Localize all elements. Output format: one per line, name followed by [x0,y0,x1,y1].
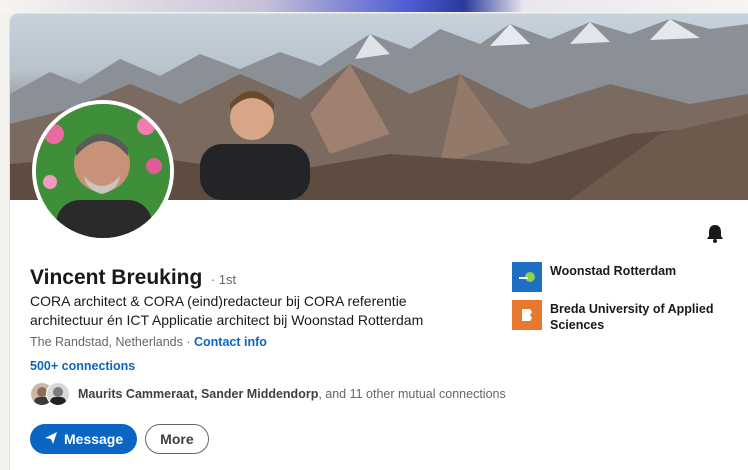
profile-location: The Randstad, Netherlands · [30,335,191,349]
organizations-list: Woonstad Rotterdam Breda University of A… [512,262,732,341]
profile-card: Vincent Breuking · 1st CORA architect & … [10,14,748,470]
send-icon [44,431,58,448]
profile-actions: Message More [30,424,209,454]
org-name: Woonstad Rotterdam [550,264,677,278]
contact-info-link[interactable]: Contact info [194,335,267,349]
top-banner-strip [0,0,748,12]
mutual-names: Maurits Cammeraat, Sander Middendorp [78,387,319,401]
name-row: Vincent Breuking · 1st [30,266,236,290]
profile-avatar[interactable] [32,100,174,242]
more-button-label: More [160,431,194,447]
bell-icon[interactable] [704,222,726,244]
message-button[interactable]: Message [30,424,138,454]
mutual-avatars [30,382,74,406]
breda-university-logo-icon [512,300,542,330]
connection-degree: · 1st [210,272,237,287]
org-name: Breda University of Applied Sciences [550,302,714,332]
avatar-photo [36,104,170,238]
org-item-woonstad[interactable]: Woonstad Rotterdam [512,262,732,292]
mutual-rest: , and 11 other mutual connections [318,387,506,401]
mutual-connections-text: Maurits Cammeraat, Sander Middendorp, an… [78,387,506,401]
woonstad-logo-icon [512,262,542,292]
profile-headline: CORA architect & CORA (eind)redacteur bi… [30,293,424,328]
connections-link[interactable]: 500+ connections [30,359,135,373]
location-row: The Randstad, Netherlands · Contact info [30,335,267,349]
profile-name: Vincent Breuking [30,266,203,289]
message-button-label: Message [64,431,124,447]
more-button[interactable]: More [145,424,209,454]
mutual-avatar [46,382,70,406]
mutual-connections[interactable]: Maurits Cammeraat, Sander Middendorp, an… [30,382,506,406]
org-item-breda-university[interactable]: Breda University of Applied Sciences [512,300,732,333]
